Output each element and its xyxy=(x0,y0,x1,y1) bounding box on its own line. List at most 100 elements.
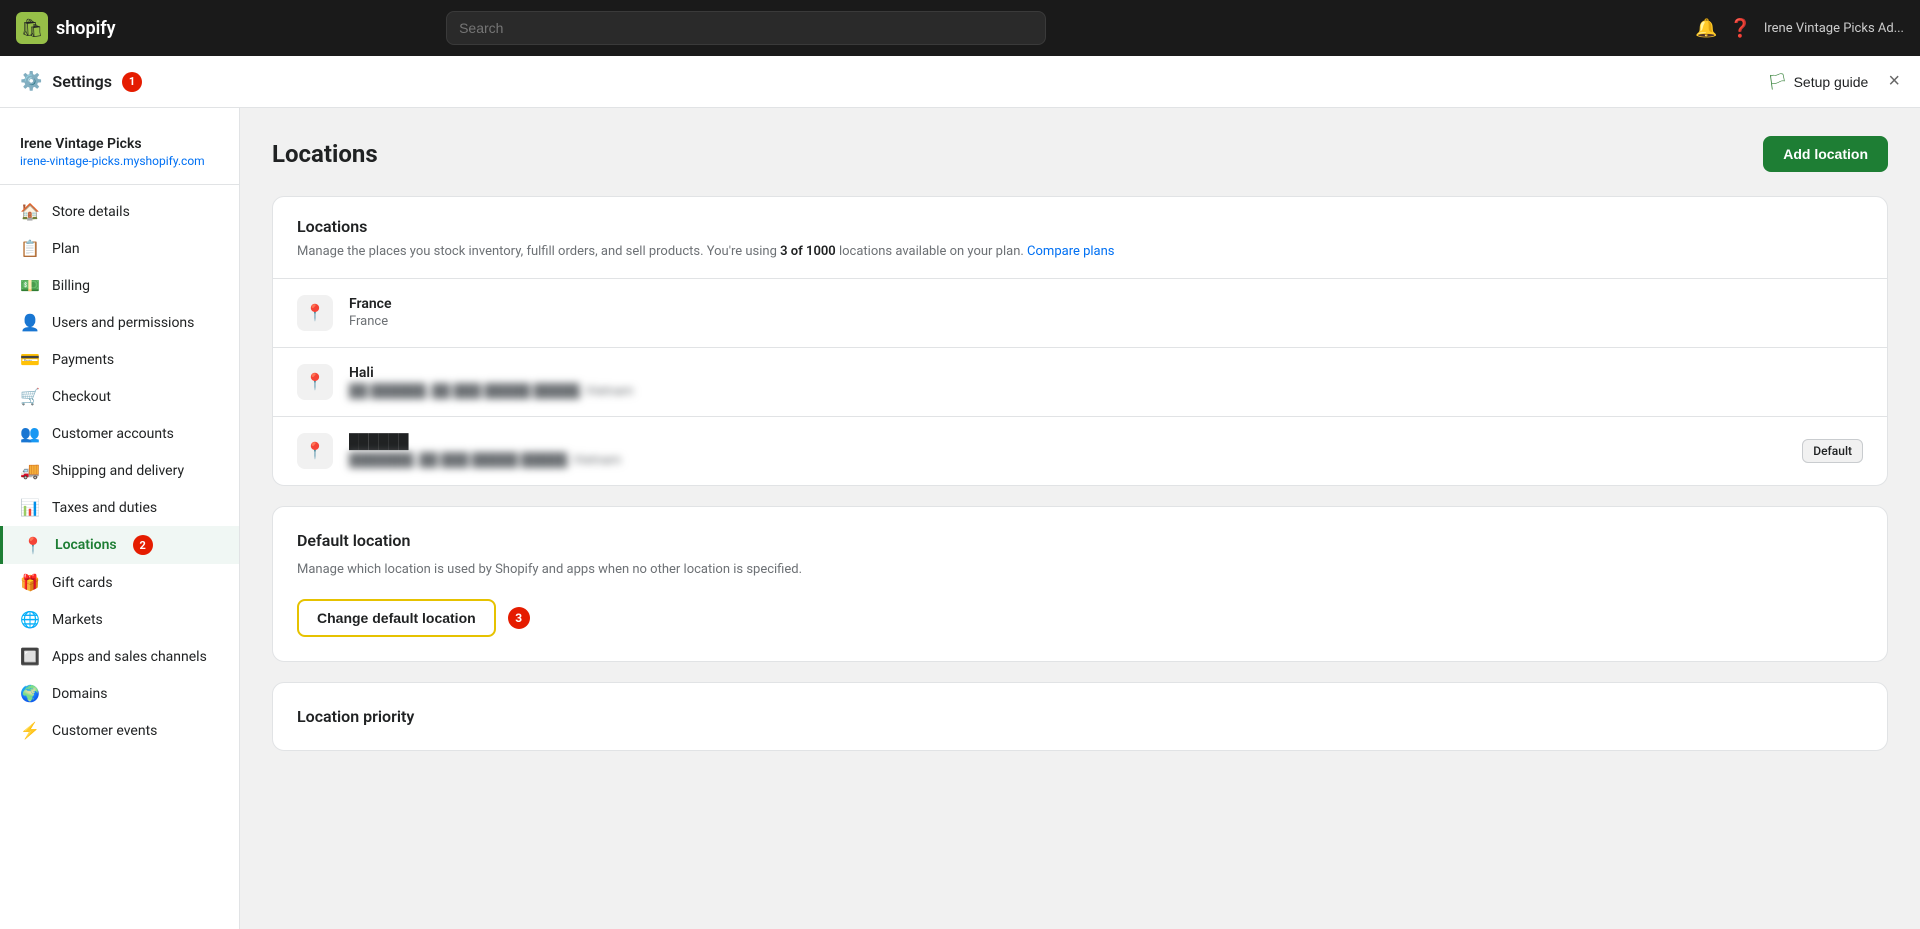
sidebar-item-locations[interactable]: 📍 Locations 2 xyxy=(0,526,239,564)
search-container xyxy=(446,11,1046,45)
default-location-description: Manage which location is used by Shopify… xyxy=(297,560,1863,580)
settings-badge: 1 xyxy=(122,72,142,92)
page-header: Locations Add location xyxy=(272,136,1888,172)
main-content: Locations Add location Locations Manage … xyxy=(240,108,1920,929)
settings-bar-right: 🏳 Setup guide × xyxy=(1767,70,1900,93)
location-details-1: Hali ██ ██████, ██ ███ █████ █████, Viet… xyxy=(349,365,1863,399)
nav-badge-locations: 2 xyxy=(133,535,153,555)
help-icon[interactable]: ❓ xyxy=(1729,18,1751,39)
sidebar-item-domains[interactable]: 🌍 Domains xyxy=(0,675,239,712)
sidebar-item-customer-accounts[interactable]: 👥 Customer accounts xyxy=(0,415,239,452)
sidebar-item-payments[interactable]: 💳 Payments xyxy=(0,341,239,378)
location-priority-content: Location priority xyxy=(273,683,1887,750)
sidebar-item-markets[interactable]: 🌐 Markets xyxy=(0,601,239,638)
change-default-button[interactable]: Change default location xyxy=(297,599,496,637)
sidebar-item-customer-events[interactable]: ⚡ Customer events xyxy=(0,712,239,749)
nav-label-store-details: Store details xyxy=(52,204,130,220)
shopify-logo-icon: 🛍 xyxy=(16,12,48,44)
location-pin-icon-2: 📍 xyxy=(297,433,333,469)
default-location-content: Default location Manage which location i… xyxy=(273,507,1887,662)
location-name-1: Hali xyxy=(349,365,1863,381)
sidebar-item-billing[interactable]: 💵 Billing xyxy=(0,267,239,304)
default-badge-2: Default xyxy=(1802,439,1863,463)
step-3-badge: 3 xyxy=(508,607,530,629)
topbar-right: 🔔 ❓ Irene Vintage Picks Ad... xyxy=(1695,18,1904,39)
location-pin-icon-1: 📍 xyxy=(297,364,333,400)
location-item-0[interactable]: 📍 France France xyxy=(273,279,1887,348)
user-menu[interactable]: Irene Vintage Picks Ad... xyxy=(1764,21,1904,36)
nav-icon-customer-accounts: 👥 xyxy=(20,424,40,443)
nav-label-plan: Plan xyxy=(52,241,80,257)
locations-card-header: Locations Manage the places you stock in… xyxy=(273,197,1887,279)
search-input[interactable] xyxy=(446,11,1046,45)
sidebar: Irene Vintage Picks irene-vintage-picks.… xyxy=(0,108,240,929)
sidebar-item-taxes-duties[interactable]: 📊 Taxes and duties xyxy=(0,489,239,526)
gear-icon: ⚙️ xyxy=(20,71,42,92)
nav-icon-apps-sales-channels: 🔲 xyxy=(20,647,40,666)
change-default-row: Change default location 3 xyxy=(297,599,1863,637)
nav-label-gift-cards: Gift cards xyxy=(52,575,113,591)
subtitle-after: locations available on your plan. xyxy=(836,244,1024,259)
nav-label-locations: Locations xyxy=(55,537,117,553)
default-location-title: Default location xyxy=(297,531,1863,550)
nav-label-domains: Domains xyxy=(52,686,107,702)
nav-list: 🏠 Store details 📋 Plan 💵 Billing 👤 Users… xyxy=(0,193,239,749)
nav-icon-checkout: 🛒 xyxy=(20,387,40,406)
logo: 🛍 shopify xyxy=(16,12,116,44)
nav-icon-gift-cards: 🎁 xyxy=(20,573,40,592)
location-details-2: ██████ ███████, ██ ███ █████ █████, Viet… xyxy=(349,433,1802,468)
location-address-1: ██ ██████, ██ ███ █████ █████, Vietnam xyxy=(349,383,1863,399)
sidebar-item-store-details[interactable]: 🏠 Store details xyxy=(0,193,239,230)
store-info: Irene Vintage Picks irene-vintage-picks.… xyxy=(0,124,239,185)
nav-icon-payments: 💳 xyxy=(20,350,40,369)
sidebar-item-users-permissions[interactable]: 👤 Users and permissions xyxy=(0,304,239,341)
sidebar-item-apps-sales-channels[interactable]: 🔲 Apps and sales channels xyxy=(0,638,239,675)
location-item-1[interactable]: 📍 Hali ██ ██████, ██ ███ █████ █████, Vi… xyxy=(273,348,1887,417)
sidebar-item-gift-cards[interactable]: 🎁 Gift cards xyxy=(0,564,239,601)
nav-label-apps-sales-channels: Apps and sales channels xyxy=(52,649,207,665)
sidebar-item-checkout[interactable]: 🛒 Checkout xyxy=(0,378,239,415)
nav-label-checkout: Checkout xyxy=(52,389,111,405)
location-name-2: ██████ xyxy=(349,433,1802,450)
locations-card-subtitle: Manage the places you stock inventory, f… xyxy=(297,242,1863,262)
flag-icon: 🏳 xyxy=(1767,72,1787,92)
nav-icon-customer-events: ⚡ xyxy=(20,721,40,740)
logo-text: shopify xyxy=(56,18,116,39)
nav-icon-plan: 📋 xyxy=(20,239,40,258)
nav-label-users-permissions: Users and permissions xyxy=(52,315,194,331)
settings-bar-left: ⚙️ Settings 1 xyxy=(20,71,142,92)
nav-label-customer-events: Customer events xyxy=(52,723,157,739)
store-url[interactable]: irene-vintage-picks.myshopify.com xyxy=(20,154,219,168)
locations-card: Locations Manage the places you stock in… xyxy=(272,196,1888,486)
nav-icon-markets: 🌐 xyxy=(20,610,40,629)
setup-guide-button[interactable]: 🏳 Setup guide xyxy=(1767,72,1868,92)
sidebar-item-shipping-delivery[interactable]: 🚚 Shipping and delivery xyxy=(0,452,239,489)
close-button[interactable]: × xyxy=(1888,70,1900,93)
nav-label-payments: Payments xyxy=(52,352,114,368)
nav-label-billing: Billing xyxy=(52,278,90,294)
location-pin-icon-0: 📍 xyxy=(297,295,333,331)
location-details-0: France France xyxy=(349,296,1863,329)
location-item-2[interactable]: 📍 ██████ ███████, ██ ███ █████ █████, Vi… xyxy=(273,417,1887,485)
notifications-icon[interactable]: 🔔 xyxy=(1695,18,1717,39)
location-name-0: France xyxy=(349,296,1863,312)
location-address-0: France xyxy=(349,314,1863,329)
locations-card-title: Locations xyxy=(297,217,1863,236)
nav-label-shipping-delivery: Shipping and delivery xyxy=(52,463,184,479)
nav-icon-store-details: 🏠 xyxy=(20,202,40,221)
sidebar-item-plan[interactable]: 📋 Plan xyxy=(0,230,239,267)
nav-label-customer-accounts: Customer accounts xyxy=(52,426,174,442)
default-location-card: Default location Manage which location i… xyxy=(272,506,1888,663)
nav-icon-taxes-duties: 📊 xyxy=(20,498,40,517)
locations-list: 📍 France France 📍 Hali ██ ██████, ██ ███… xyxy=(273,279,1887,485)
change-default-label: Change default location xyxy=(317,610,476,626)
nav-icon-users-permissions: 👤 xyxy=(20,313,40,332)
location-priority-title: Location priority xyxy=(297,707,1863,726)
page-title: Locations xyxy=(272,140,378,168)
settings-bar: ⚙️ Settings 1 🏳 Setup guide × xyxy=(0,56,1920,108)
setup-guide-label: Setup guide xyxy=(1794,74,1869,90)
nav-icon-domains: 🌍 xyxy=(20,684,40,703)
nav-icon-shipping-delivery: 🚚 xyxy=(20,461,40,480)
add-location-button[interactable]: Add location xyxy=(1763,136,1888,172)
compare-plans-link[interactable]: Compare plans xyxy=(1027,244,1114,259)
